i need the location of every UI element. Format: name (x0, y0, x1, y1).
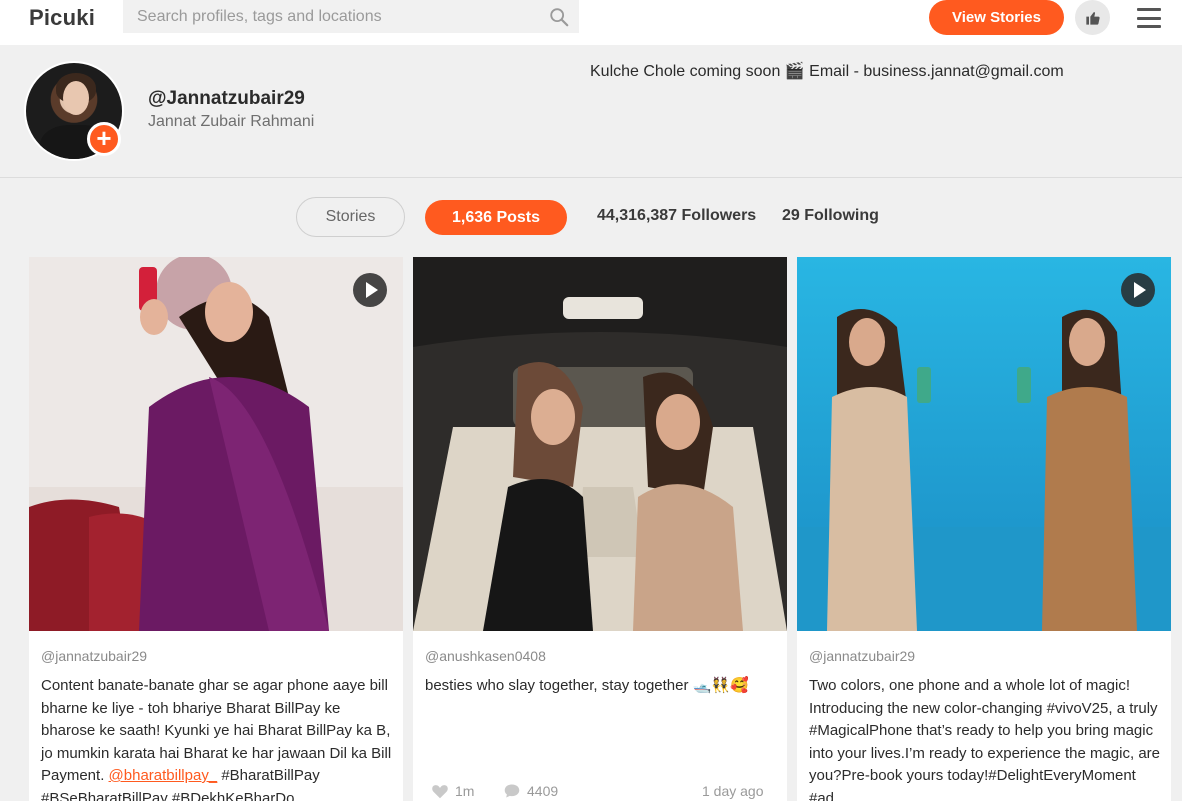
search-icon[interactable] (548, 6, 570, 28)
search-input[interactable] (123, 0, 579, 33)
play-icon[interactable] (353, 273, 387, 307)
profile-full-name: Jannat Zubair Rahmani (148, 113, 315, 130)
add-icon[interactable]: + (87, 122, 121, 156)
post-caption: Content banate-banate ghar se agar phone… (41, 675, 393, 801)
post-author[interactable]: @jannatzubair29 (809, 648, 915, 664)
post-time: 1 day ago (702, 783, 764, 799)
post-card[interactable]: @jannatzubair29 Two colors, one phone an… (797, 257, 1171, 801)
heart-icon[interactable] (431, 783, 449, 799)
likes-count: 1m (431, 783, 474, 799)
like-button[interactable] (1075, 0, 1110, 35)
post-author[interactable]: @anushkasen0408 (425, 648, 546, 664)
comment-icon[interactable] (503, 783, 521, 799)
profile-bio: Kulche Chole coming soon 🎬 Email - busin… (590, 63, 1064, 80)
view-stories-button[interactable]: View Stories (929, 0, 1064, 35)
post-image[interactable] (413, 257, 787, 631)
mention-link[interactable]: @bharatbillpay_ (109, 767, 218, 784)
avatar-container: + (24, 61, 128, 165)
post-image[interactable] (797, 257, 1171, 631)
profile-header: + @Jannatzubair29 Jannat Zubair Rahmani … (0, 45, 1182, 178)
comments-value: 4409 (527, 783, 559, 799)
profile-username: @Jannatzubair29 (148, 88, 305, 109)
following-count[interactable]: 29 Following (782, 207, 879, 225)
post-author[interactable]: @jannatzubair29 (41, 648, 147, 664)
hamburger-menu-icon[interactable] (1137, 8, 1161, 28)
stories-tab-button[interactable]: Stories (296, 197, 405, 237)
likes-value: 1m (455, 783, 475, 799)
post-caption: besties who slay together, stay together… (425, 677, 749, 694)
top-bar: Picuki View Stories (0, 0, 1182, 45)
thumbs-up-icon (1085, 11, 1100, 25)
post-caption: Two colors, one phone and a whole lot of… (809, 677, 1160, 801)
posts-tab-button[interactable]: 1,636 Posts (425, 200, 567, 235)
post-card[interactable]: @jannatzubair29 Content banate-banate gh… (29, 257, 403, 801)
post-card[interactable]: @anushkasen0408 besties who slay togethe… (413, 257, 787, 801)
post-image[interactable] (29, 257, 403, 631)
followers-count[interactable]: 44,316,387 Followers (597, 207, 756, 225)
play-icon[interactable] (1121, 273, 1155, 307)
logo[interactable]: Picuki (29, 5, 95, 31)
comments-count: 4409 (503, 783, 558, 799)
